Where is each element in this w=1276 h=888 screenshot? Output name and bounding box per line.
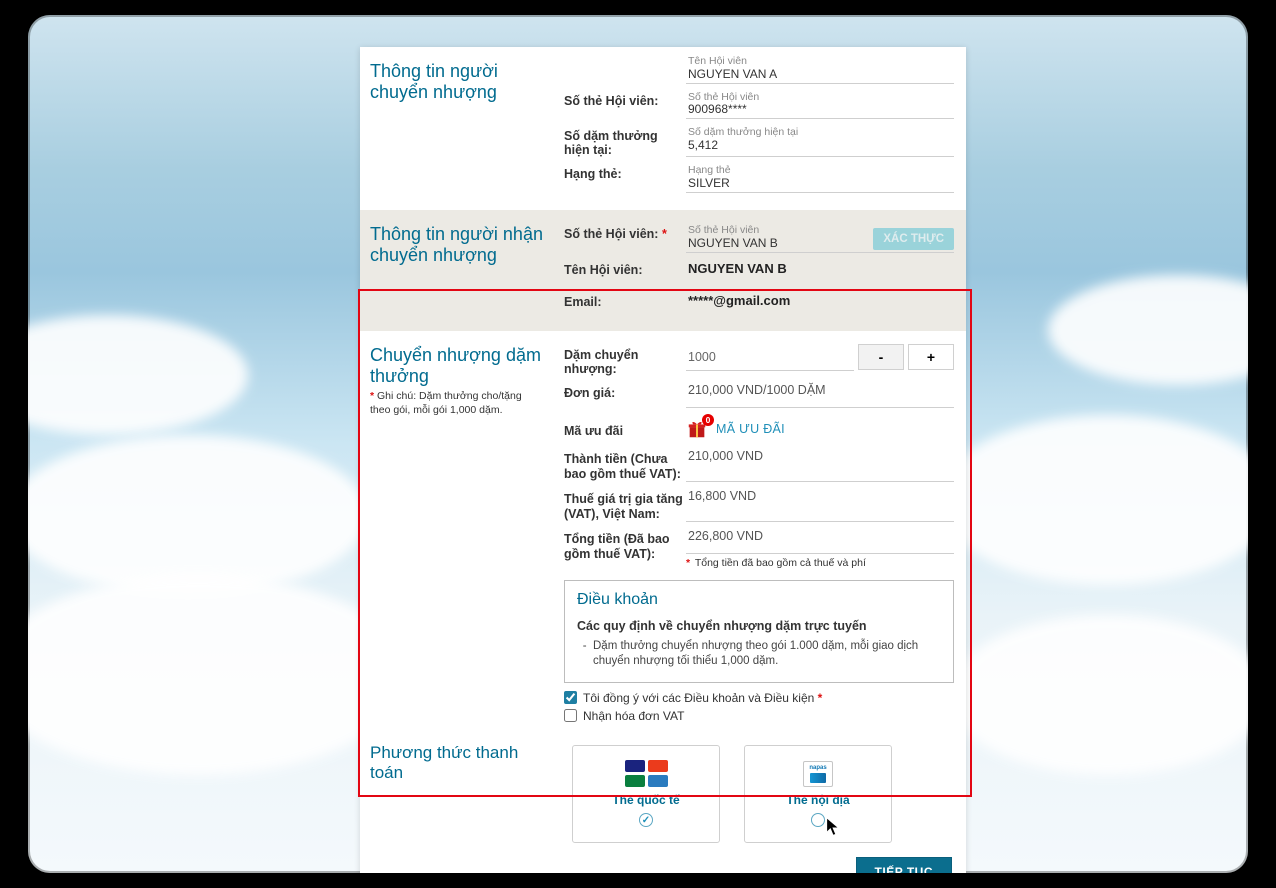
dom-card-label: Thẻ nội địa (786, 793, 849, 807)
terms-title: Điều khoản (577, 591, 941, 609)
recipient-title: Thông tin người nhận chuyển nhượng (370, 224, 544, 265)
miles-input[interactable] (686, 344, 854, 371)
intl-card-label: Thẻ quốc tế (612, 793, 679, 807)
sender-card-label: Số thẻ Hội viên: (564, 90, 686, 120)
intl-radio[interactable] (639, 813, 653, 827)
agree-label: Tôi đồng ý với các Điều khoản và Điều ki… (583, 691, 814, 705)
gift-icon: 0 (686, 418, 708, 440)
dom-radio[interactable] (811, 813, 825, 827)
sender-miles-value: 5,412 (688, 139, 954, 152)
recipient-name-label: Tên Hội viên: (564, 259, 686, 285)
recipient-card-value: NGUYEN VAN B (688, 237, 865, 250)
promo-link[interactable]: MÃ ƯU ĐÃI (716, 422, 785, 436)
verify-button[interactable]: XÁC THỰC (873, 228, 954, 250)
increment-button[interactable]: + (908, 344, 954, 370)
sender-name-value: NGUYEN VAN A (688, 68, 954, 81)
sender-tier-label: Hạng thẻ: (564, 163, 686, 193)
subtotal-value: 210,000 VND (688, 450, 954, 464)
vat-label: Thuế giá trị gia tăng (VAT), Việt Nam: (564, 488, 686, 522)
sender-name-tiny: Tên Hội viên (688, 56, 954, 68)
terms-item: Dặm thưởng chuyển nhượng theo gói 1.000 … (593, 639, 941, 670)
subtotal-label: Thành tiền (Chưa bao gồm thuế VAT): (564, 448, 686, 482)
card-brands-icon (625, 760, 668, 787)
transfer-note: Ghi chú: Dặm thưởng cho/tặng theo gói, m… (370, 390, 522, 416)
price-label: Đơn giá: (564, 382, 686, 408)
agree-checkbox[interactable] (564, 691, 577, 704)
payment-title: Phương thức thanh toán (370, 743, 544, 782)
main-form: Thông tin người chuyển nhượng Tên Hội vi… (360, 47, 966, 873)
terms-box: Điều khoản Các quy định về chuyển nhượng… (564, 580, 954, 683)
section-recipient: Thông tin người nhận chuyển nhượng Số th… (360, 210, 966, 331)
terms-subtitle: Các quy định về chuyển nhượng dặm trực t… (577, 619, 941, 633)
vat-invoice-label: Nhận hóa đơn VAT (583, 709, 684, 723)
transfer-title: Chuyển nhượng dặm thưởng (370, 345, 544, 386)
section-sender: Thông tin người chuyển nhượng Tên Hội vi… (360, 47, 966, 210)
recipient-name-value: NGUYEN VAN B (688, 261, 954, 276)
sender-miles-label: Số dặm thưởng hiện tại: (564, 125, 686, 157)
decrement-button[interactable]: - (858, 344, 904, 370)
total-note: Tổng tiền đã bao gồm cả thuế và phí (695, 557, 866, 569)
sender-card-value: 900968**** (688, 103, 954, 116)
sender-miles-tiny: Số dặm thưởng hiện tại (688, 127, 954, 139)
price-value: 210,000 VND/1000 DẶM (688, 384, 954, 398)
promo-badge: 0 (702, 414, 714, 426)
promo-label: Mã ưu đãi (564, 414, 686, 442)
napas-icon: napas (803, 761, 833, 787)
continue-button[interactable]: TIẾP TỤC (856, 857, 952, 873)
payment-option-international[interactable]: Thẻ quốc tế (572, 745, 720, 843)
payment-option-domestic[interactable]: napas Thẻ nội địa (744, 745, 892, 843)
sender-tier-value: SILVER (688, 177, 954, 190)
recipient-card-label: Số thẻ Hội viên: (564, 227, 658, 241)
vat-value: 16,800 VND (688, 490, 954, 504)
total-value: 226,800 VND (688, 530, 954, 544)
sender-title: Thông tin người chuyển nhượng (370, 61, 544, 102)
total-label: Tổng tiền (Đã bao gồm thuế VAT): (564, 528, 686, 569)
vat-invoice-checkbox[interactable] (564, 709, 577, 722)
recipient-email-value: *****@gmail.com (688, 293, 954, 308)
section-payment: Phương thức thanh toán Thẻ quốc tế (360, 737, 966, 857)
recipient-email-label: Email: (564, 291, 686, 317)
transfer-miles-label: Dặm chuyển nhượng: (564, 344, 686, 376)
section-transfer: Chuyển nhượng dặm thưởng * Ghi chú: Dặm … (360, 331, 966, 737)
